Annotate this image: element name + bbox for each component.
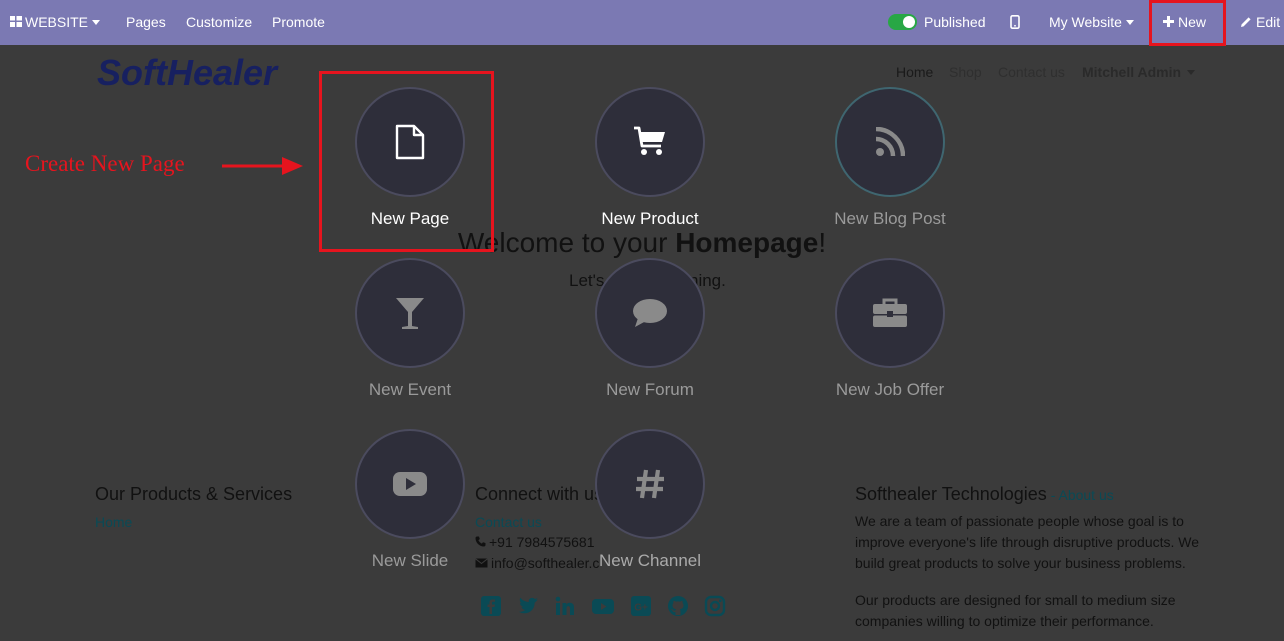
menu-customize[interactable]: Customize [186,0,252,45]
annotation-text: Create New Page [25,151,185,176]
company-name: Softhealer Technologies [855,484,1047,504]
arrow-right-icon [222,157,303,175]
title-separator: - [1046,487,1059,503]
new-product-label: New Product [601,209,699,228]
footer-about-link[interactable]: About us [1058,487,1113,503]
edit-button[interactable]: Edit [1240,0,1280,45]
new-job-offer-circle[interactable] [835,258,945,368]
briefcase-icon [873,298,907,327]
chevron-down-icon [1125,19,1134,25]
edit-button-label: Edit [1256,14,1281,30]
new-button-highlight [1149,0,1226,46]
comment-icon [633,299,667,327]
new-channel-circle[interactable] [595,429,705,539]
new-forum-label: New Forum [606,380,694,399]
new-slide-option[interactable]: New Slide [290,429,530,599]
user-menu[interactable]: Mitchell Admin [1082,64,1196,80]
chevron-down-icon [1187,69,1196,75]
menu-promote[interactable]: Promote [272,0,325,45]
shopping-cart-icon [634,126,665,155]
new-forum-circle[interactable] [595,258,705,368]
hashtag-icon [636,469,664,499]
logo-text: SoftHealer [97,52,279,92]
website-app-menu[interactable]: WEBSITE [10,0,101,45]
menu-pages[interactable]: Pages [126,0,166,45]
svg-text:G+: G+ [634,603,648,614]
website-selector[interactable]: My Website [1049,0,1134,45]
new-product-circle[interactable] [595,87,705,197]
footer-home-link[interactable]: Home [95,514,132,530]
footer-company-title: Softhealer Technologies - About us [855,484,1114,505]
published-label: Published [924,14,986,30]
rss-icon [875,127,905,157]
new-slide-circle[interactable] [355,429,465,539]
pencil-icon [1241,17,1251,27]
new-slide-label: New Slide [371,551,449,570]
website-admin-bar: WEBSITE Pages Customize Promote Publishe… [0,0,1284,45]
new-page-highlight [319,71,494,252]
new-event-option[interactable]: New Event [290,258,530,428]
user-name: Mitchell Admin [1082,64,1182,80]
new-job-offer-label: New Job Offer [835,380,945,399]
footer-about-paragraph-1: We are a team of passionate people whose… [855,513,1200,571]
nav-home[interactable]: Home [896,64,933,80]
website-selector-label: My Website [1049,14,1122,30]
footer-products-title: Our Products & Services [95,484,293,504]
new-forum-option[interactable]: New Forum [530,258,770,428]
new-job-offer-option[interactable]: New Job Offer [770,258,1010,428]
new-product-option[interactable]: New Product [530,87,770,257]
softhealer-logo: SoftHealer [97,52,279,92]
mobile-icon [1010,14,1020,29]
chevron-down-icon [92,19,101,25]
nav-shop[interactable]: Shop [949,64,982,80]
new-blog-post-circle[interactable] [835,87,945,197]
toggle-switch-icon [888,13,917,30]
mobile-preview-button[interactable] [1010,0,1020,45]
new-channel-label: New Channel [598,551,702,570]
new-event-label: New Event [368,380,452,399]
new-blog-post-option[interactable]: New Blog Post [770,87,1010,257]
published-toggle[interactable]: Published [888,0,986,45]
youtube-play-icon [393,472,427,496]
apps-grid-icon [10,16,22,28]
nav-contact-us[interactable]: Contact us [998,64,1065,80]
new-channel-option[interactable]: New Channel [530,429,770,599]
website-app-label: WEBSITE [25,14,89,30]
glass-icon [396,298,424,329]
new-event-circle[interactable] [355,258,465,368]
new-blog-post-label: New Blog Post [834,209,946,228]
footer-about-paragraph-2: Our products are designed for small to m… [855,592,1176,629]
